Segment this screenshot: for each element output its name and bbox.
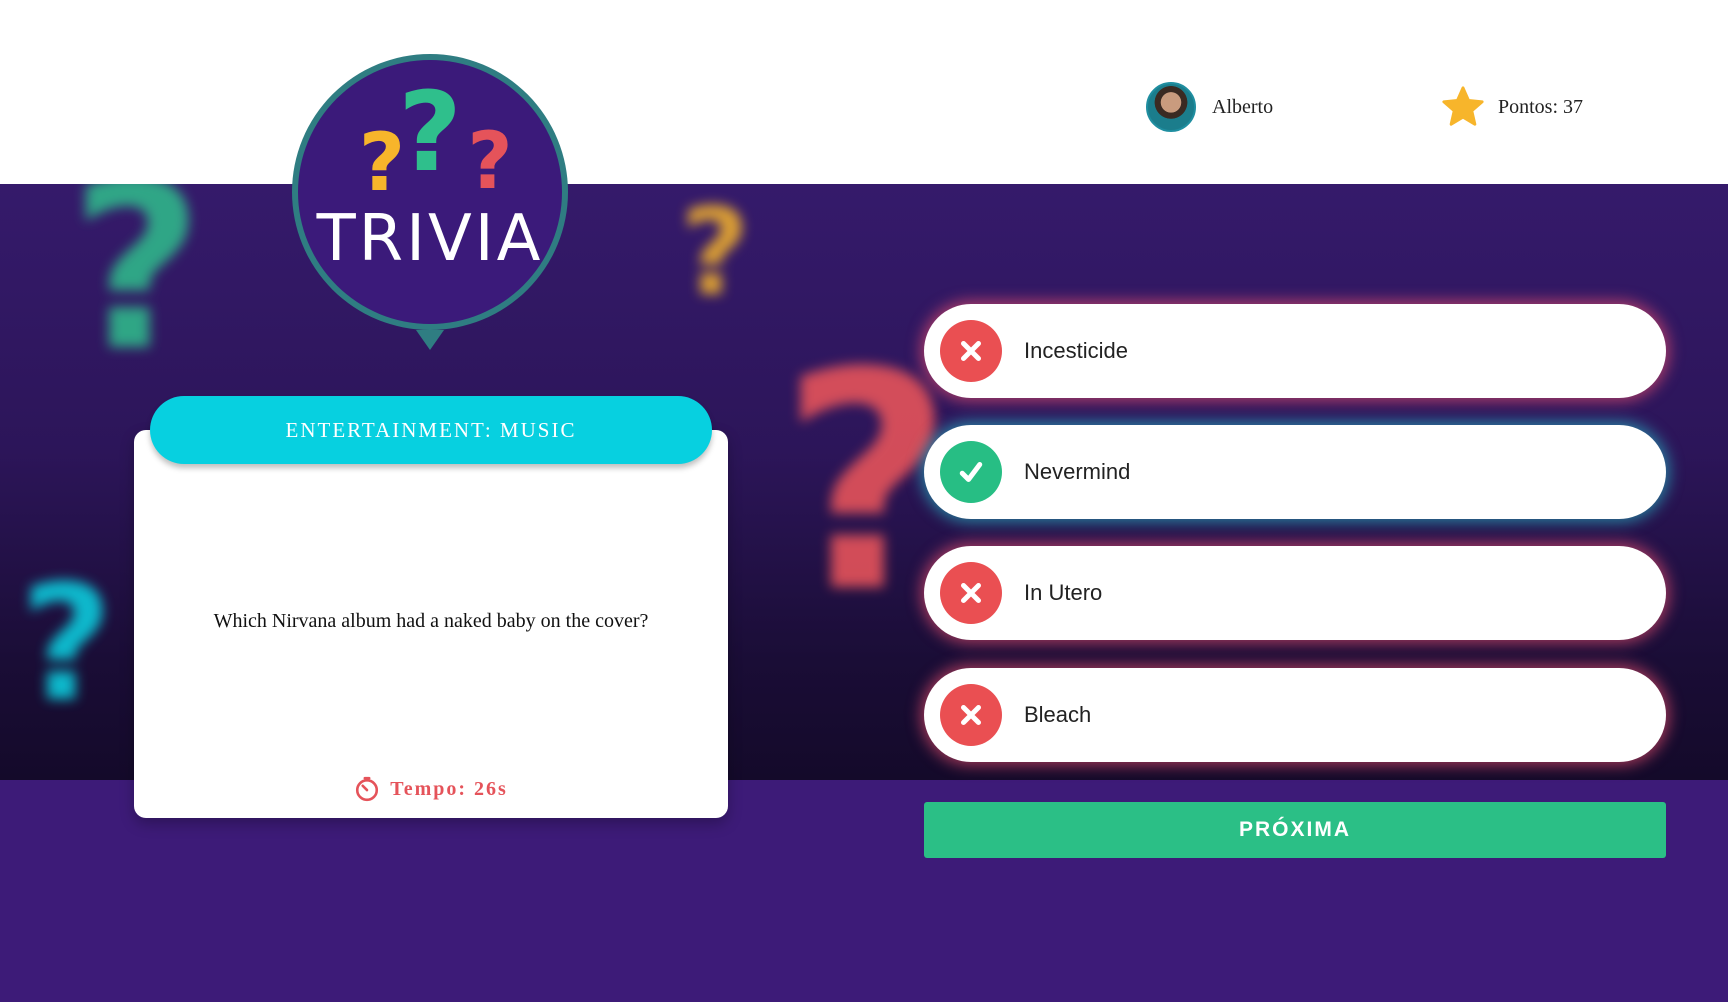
answer-label: Nevermind bbox=[1024, 459, 1131, 484]
timer-icon bbox=[356, 776, 379, 802]
answer-label: Bleach bbox=[1024, 702, 1092, 727]
answer-label: Incesticide bbox=[1024, 338, 1128, 363]
category-banner: ENTERTAINMENT: MUSIC bbox=[150, 396, 712, 464]
logo-text: TRIVIA bbox=[316, 202, 544, 276]
decorative-question-mark: ? bbox=[20, 550, 113, 737]
answer-label: In Utero bbox=[1024, 580, 1103, 605]
user-name: Alberto bbox=[1212, 95, 1274, 118]
question-text: Which Nirvana album had a naked baby on … bbox=[213, 610, 649, 632]
star-icon bbox=[1442, 86, 1484, 126]
answer-option[interactable]: Nevermind bbox=[924, 425, 1666, 519]
x-icon bbox=[940, 320, 1002, 382]
next-button[interactable]: PRÓXIMA bbox=[924, 802, 1666, 858]
avatar bbox=[1146, 82, 1196, 132]
x-icon bbox=[940, 684, 1002, 746]
decorative-question-mark: ? bbox=[70, 184, 204, 402]
timer: Tempo: 26s bbox=[134, 776, 728, 802]
user-profile[interactable]: Alberto bbox=[1146, 82, 1273, 132]
svg-text:?: ? bbox=[467, 117, 512, 207]
svg-text:?: ? bbox=[398, 68, 462, 196]
score-label: Pontos: 37 bbox=[1498, 95, 1584, 118]
check-icon bbox=[940, 441, 1002, 503]
score-display: Pontos: 37 bbox=[1440, 84, 1583, 130]
trivia-logo: ? ? ? TRIVIA bbox=[292, 54, 568, 350]
x-icon bbox=[940, 562, 1002, 624]
timer-label: Tempo: 26s bbox=[390, 777, 508, 800]
decorative-question-mark: ? bbox=[680, 184, 750, 323]
answer-option[interactable]: Bleach bbox=[924, 668, 1666, 762]
answer-option[interactable]: In Utero bbox=[924, 546, 1666, 640]
answer-option[interactable]: Incesticide bbox=[924, 304, 1666, 398]
